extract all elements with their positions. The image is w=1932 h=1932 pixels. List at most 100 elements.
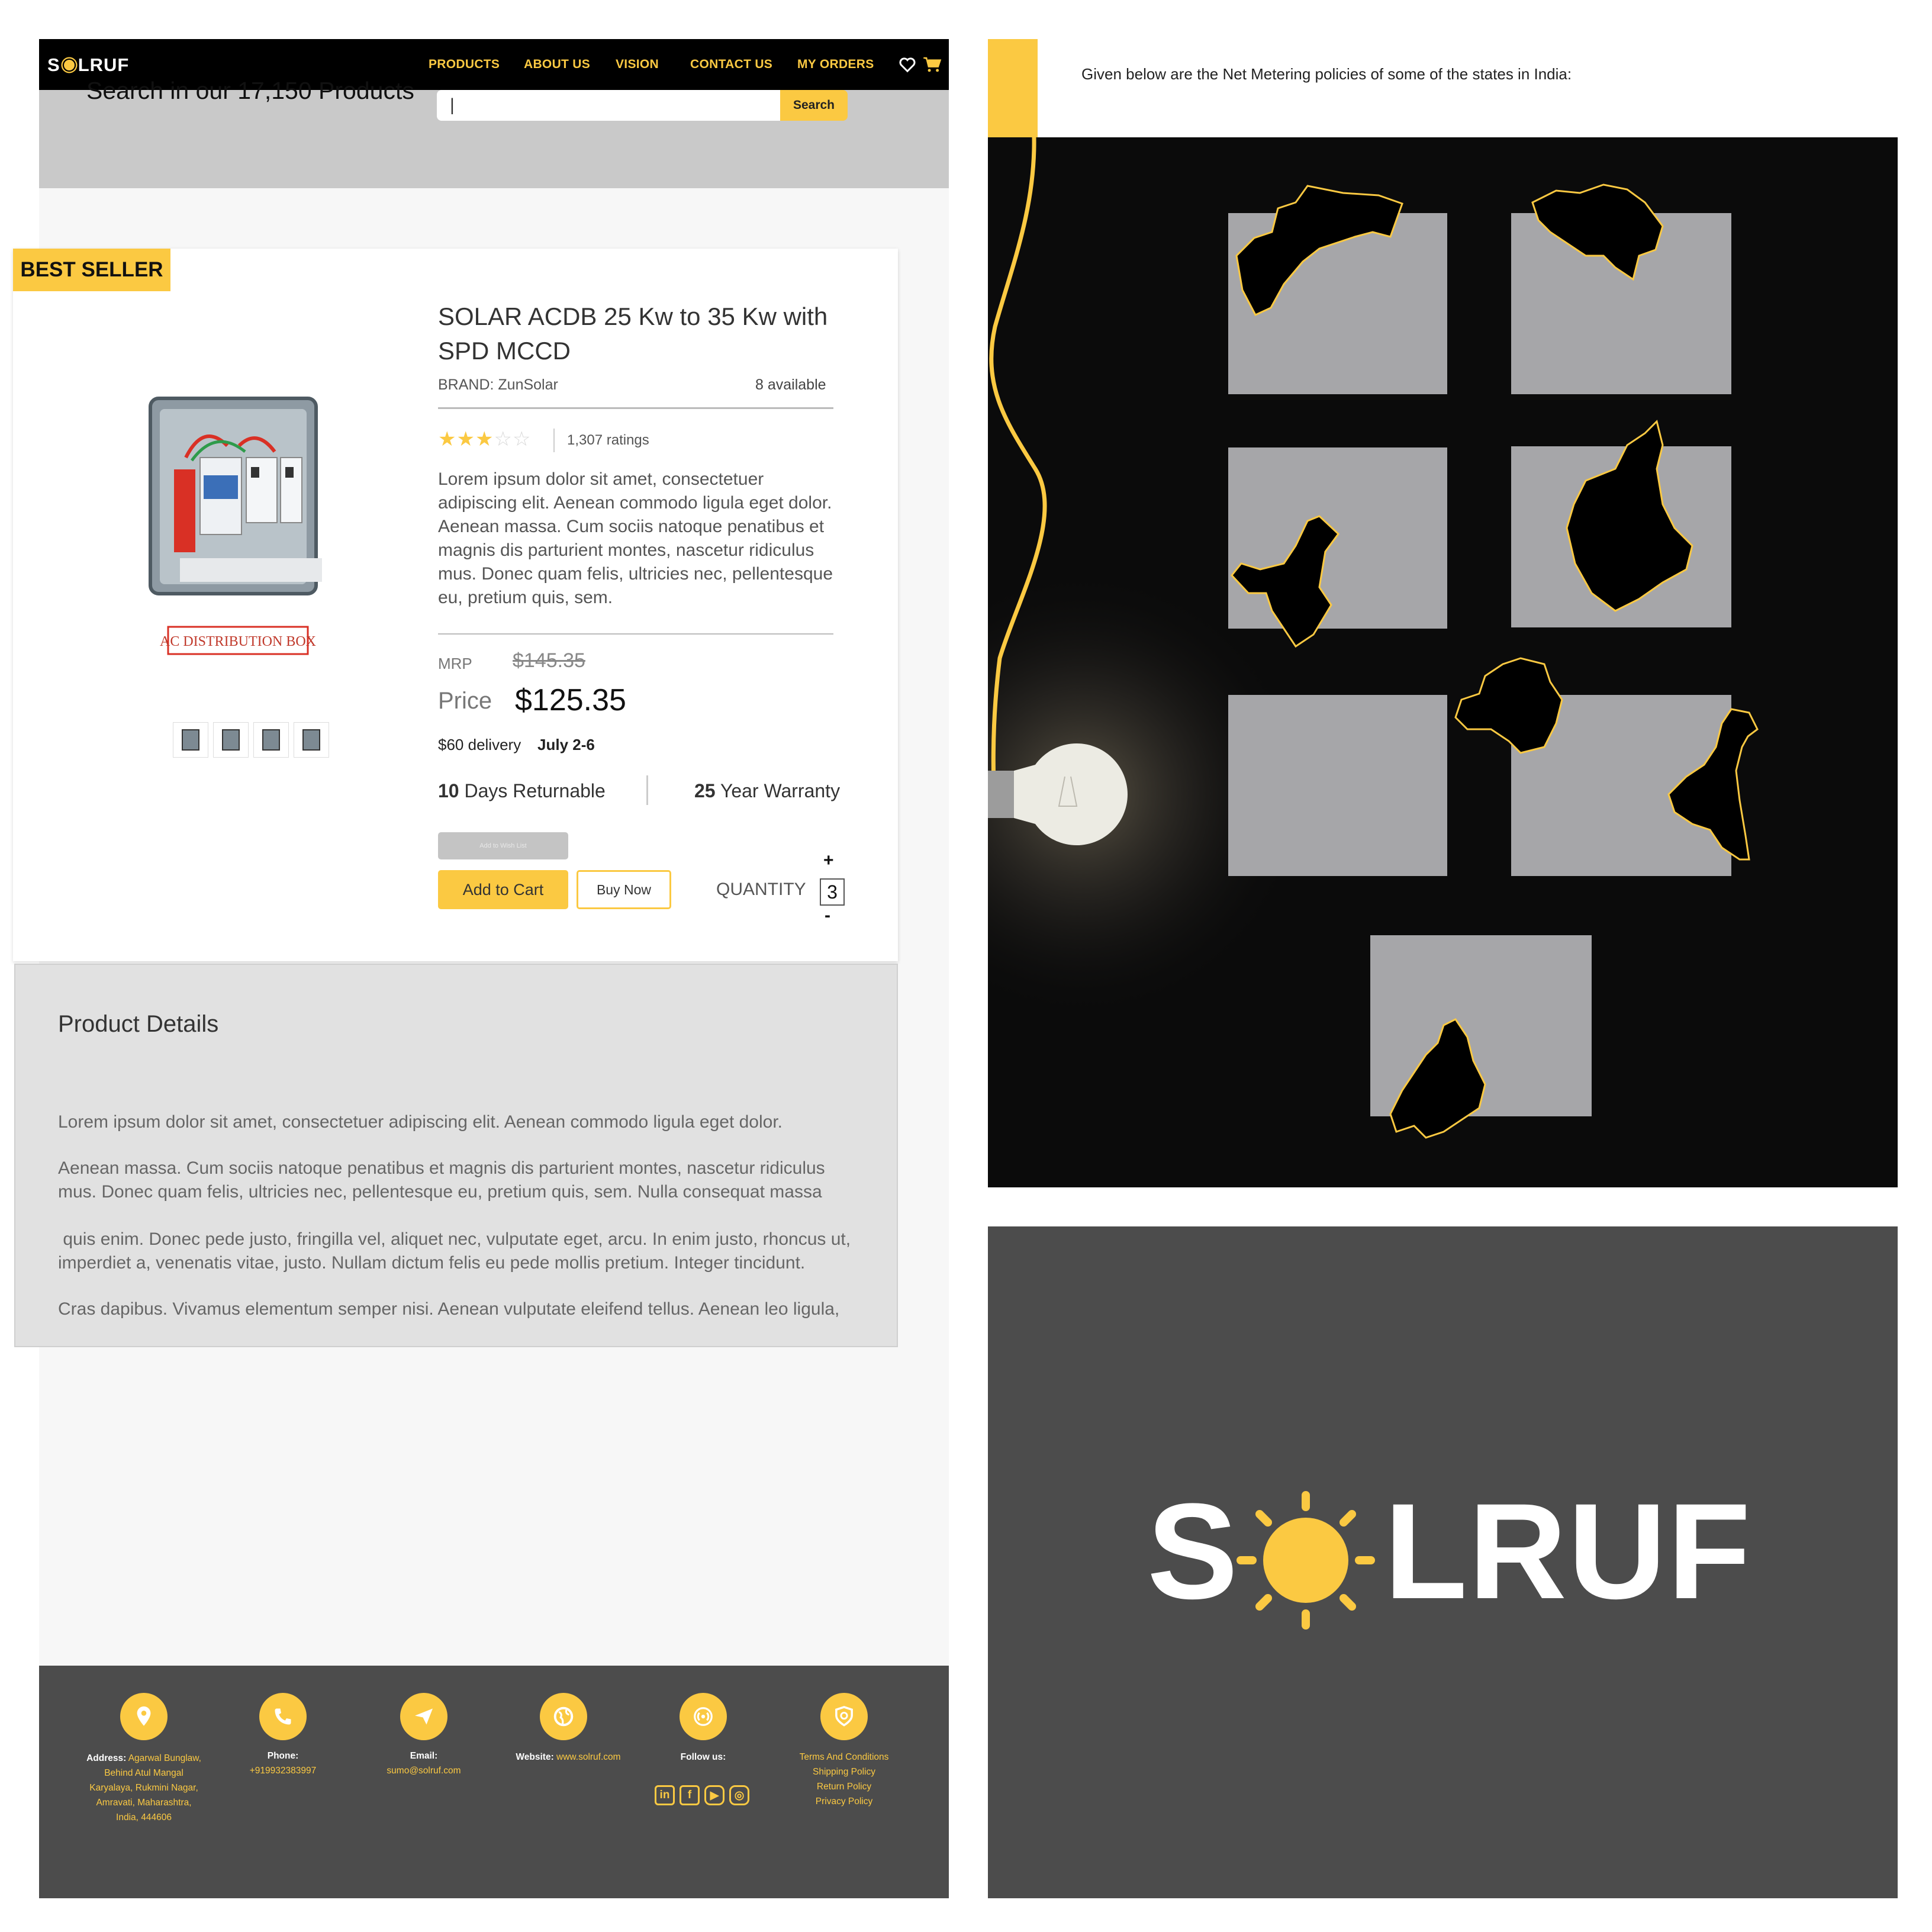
product-details-title: Product Details [58,1011,219,1037]
delhi-outline [1454,657,1563,754]
product-title: SOLAR ACDB 25 Kw to 35 Kw with SPD MCCD [438,302,828,365]
divider [438,633,833,635]
nav-vision[interactable]: VISION [616,57,659,72]
star-icon: ☆ [512,428,532,450]
warranty-years: 25 [694,780,716,801]
price-label: Price [438,688,492,714]
privacy-policy-link[interactable]: Privacy Policy [785,1794,903,1809]
footer-address-text: Agarwal Bunglaw, Behind Atul Mangal Kary… [89,1753,201,1822]
quantity-label: QUANTITY [716,880,806,899]
return-text: Days Returnable [459,780,606,801]
footer-policies: Terms And Conditions Shipping Policy Ret… [785,1750,903,1809]
logo-letters-lruf: LRUF [1384,1475,1752,1627]
warranty-text: Year Warranty [715,780,841,801]
quantity-decrement[interactable]: - [825,906,830,926]
star-icon: ★ [456,428,475,450]
search-heading: Search in our 17,150 Products [86,77,414,104]
heart-icon[interactable] [899,56,916,73]
thumbnail-4[interactable] [294,722,329,758]
thumbnail-1[interactable] [173,722,208,758]
product-image-caption: AC DISTRIBUTION BOX [160,634,316,649]
facebook-icon[interactable]: f [680,1785,700,1805]
location-icon [120,1693,168,1740]
delivery-fee: $60 delivery [438,736,521,754]
buy-now-button[interactable]: Buy Now [577,870,671,909]
add-to-wishlist-button[interactable]: Add to Wish List [438,832,568,859]
footer-email-address[interactable]: sumo@solruf.com [387,1766,461,1776]
star-icon: ☆ [494,428,513,450]
send-icon [400,1693,447,1740]
site-logo[interactable]: S LRUF [47,53,129,77]
net-metering-intro: Given below are the Net Metering policie… [1081,65,1572,83]
nav-products[interactable]: PRODUCTS [429,57,500,72]
cart-icon[interactable] [923,56,942,73]
linkedin-icon[interactable]: in [655,1785,675,1805]
terms-link[interactable]: Terms And Conditions [785,1750,903,1764]
thumbnail-2[interactable] [213,722,249,758]
star-icon: ★ [438,428,457,450]
sun-icon [63,60,75,70]
nav-contact-us[interactable]: CONTACT US [690,57,772,72]
instagram-icon[interactable]: ◎ [729,1785,749,1805]
state-card-delhi [1228,695,1447,876]
divider [438,407,833,409]
state-card-haryana [1228,447,1447,629]
details-paragraph: Cras dapibus. Vivamus elementum semper n… [58,1299,840,1319]
stock-available: 8 available [755,376,826,393]
brand-logo-wordmark: S LRUF [1147,1483,1752,1619]
return-policy-link[interactable]: Return Policy [785,1779,903,1794]
search-button[interactable]: Search [780,90,848,121]
return-policy: 10 Days Returnable [438,780,606,802]
footer-website-label: Website: [516,1752,554,1762]
thumbnail-3[interactable] [253,722,289,758]
delivery-date: July 2-6 [537,736,595,754]
price-value: $125.35 [515,683,626,717]
return-days: 10 [438,780,459,801]
product-description: Lorem ipsum dolor sit amet, consectetuer… [438,469,833,607]
thumbnail-image [182,729,199,751]
footer-email: Email: sumo@solruf.com [365,1749,483,1778]
shipping-policy-link[interactable]: Shipping Policy [785,1764,903,1779]
star-rating: ★★★☆☆ [438,427,531,451]
warranty: 25 Year Warranty [694,780,840,802]
product-image[interactable]: AC DISTRIBUTION BOX [109,357,322,665]
ratings-count[interactable]: 1,307 ratings [567,432,649,449]
phone-icon [259,1693,307,1740]
shield-icon [820,1693,868,1740]
youtube-icon[interactable]: ▶ [704,1785,724,1805]
footer-website: Website: www.solruf.com [497,1750,639,1764]
footer-phone: Phone: +919932383997 [224,1749,342,1778]
footer-phone-number[interactable]: +919932383997 [250,1766,317,1776]
details-paragraph: quis enim. Donec pede justo, fringilla v… [58,1229,856,1273]
thumbnail-image [222,729,240,751]
nav-about-us[interactable]: ABOUT US [524,57,590,72]
footer-address: Address: Agarwal Bunglaw, Behind Atul Ma… [85,1751,203,1825]
footer-email-label: Email: [410,1751,438,1761]
divider [646,775,648,805]
footer-address-label: Address: [86,1753,127,1763]
quantity-input[interactable]: 3 [820,878,845,906]
quantity-increment[interactable]: + [823,851,834,871]
accent-stripe [988,39,1038,137]
mrp-label: MRP [438,655,472,672]
add-to-cart-button[interactable]: Add to Cart [438,870,568,909]
thumbnail-image [262,729,280,751]
logo-letter-s: S [1147,1475,1239,1627]
search-input[interactable] [437,90,780,121]
footer-follow-label: Follow us: [680,1752,726,1762]
broadcast-icon [680,1693,727,1740]
star-icon: ★ [475,428,494,450]
best-seller-badge: BEST SELLER [13,249,170,291]
details-paragraph: Lorem ipsum dolor sit amet, consectetuer… [58,1112,783,1132]
details-paragraph: Aenean massa. Cum sociis natoque penatib… [58,1158,825,1202]
mrp-value: $145.35 [513,649,585,672]
net-metering-illustration [988,137,1759,1139]
nav-my-orders[interactable]: MY ORDERS [797,57,874,72]
divider [553,429,555,452]
thumbnail-image [302,729,320,751]
footer-phone-label: Phone: [267,1751,299,1761]
product-brand: BRAND: ZunSolar [438,376,558,393]
footer-follow: Follow us: [644,1750,762,1764]
globe-icon [540,1693,587,1740]
footer-website-link[interactable]: www.solruf.com [556,1752,621,1762]
